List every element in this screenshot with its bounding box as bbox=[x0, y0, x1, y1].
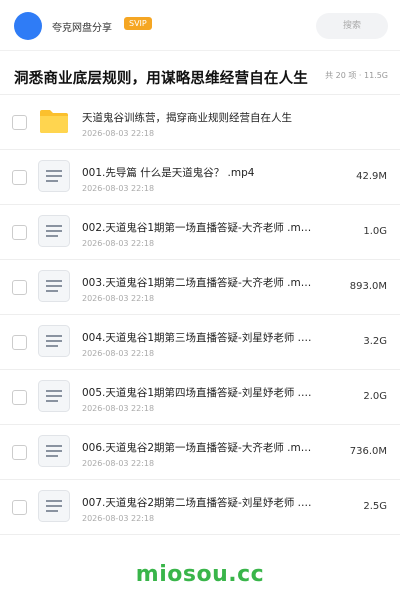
search-input[interactable]: 搜索 bbox=[316, 13, 388, 39]
file-size: 3.2G bbox=[363, 336, 387, 347]
share-meta: 共 20 项 · 11.5G bbox=[325, 71, 388, 80]
file-name[interactable]: 003.天道鬼谷1期第二场直播答疑-大齐老师 .m… bbox=[82, 275, 318, 290]
file-name[interactable]: 001.先导篇 什么是天道鬼谷？ .mp4 bbox=[82, 165, 318, 180]
file-date: 2026-08-03 22:18 bbox=[82, 294, 155, 303]
file-row[interactable]: 003.天道鬼谷1期第二场直播答疑-大齐老师 .m… 2026-08-03 22:… bbox=[0, 260, 400, 315]
file-date: 2026-08-03 22:18 bbox=[82, 459, 155, 468]
document-icon bbox=[38, 270, 70, 302]
file-size: 2.0G bbox=[363, 391, 387, 402]
file-name[interactable]: 006.天道鬼谷2期第一场直播答疑-大齐老师 .m… bbox=[82, 440, 318, 455]
svip-badge: SVIP bbox=[124, 17, 152, 30]
page-title: 洞悉商业底层规则，用谋略思维经营自在人生 bbox=[14, 71, 308, 87]
file-name[interactable]: 007.天道鬼谷2期第二场直播答疑-刘星妤老师 .… bbox=[82, 495, 318, 510]
file-date: 2026-08-03 22:18 bbox=[82, 129, 155, 138]
file-size: 2.5G bbox=[363, 501, 387, 512]
select-checkbox[interactable] bbox=[12, 115, 27, 130]
share-title-bar: 洞悉商业底层规则，用谋略思维经营自在人生 共 20 项 · 11.5G bbox=[0, 60, 400, 95]
select-checkbox[interactable] bbox=[12, 445, 27, 460]
file-size: 736.0M bbox=[349, 446, 387, 457]
file-date: 2026-08-03 22:18 bbox=[82, 514, 155, 523]
file-size: 1.0G bbox=[363, 226, 387, 237]
document-icon bbox=[38, 325, 70, 357]
document-icon bbox=[38, 160, 70, 192]
file-row[interactable]: 002.天道鬼谷1期第一场直播答疑-大齐老师 .m… 2026-08-03 22:… bbox=[0, 205, 400, 260]
avatar[interactable] bbox=[14, 12, 42, 40]
file-date: 2026-08-03 22:18 bbox=[82, 349, 155, 358]
owner-name[interactable]: 夸克网盘分享 bbox=[52, 19, 112, 34]
document-icon bbox=[38, 380, 70, 412]
watermark: miosou.cc bbox=[135, 562, 265, 587]
select-checkbox[interactable] bbox=[12, 335, 27, 350]
file-name[interactable]: 004.天道鬼谷1期第三场直播答疑-刘星妤老师 .… bbox=[82, 330, 318, 345]
document-icon bbox=[38, 215, 70, 247]
file-name[interactable]: 002.天道鬼谷1期第一场直播答疑-大齐老师 .m… bbox=[82, 220, 318, 235]
folder-icon bbox=[38, 105, 70, 137]
document-icon bbox=[38, 490, 70, 522]
select-checkbox[interactable] bbox=[12, 280, 27, 295]
file-size: 42.9M bbox=[356, 171, 387, 182]
folder-row[interactable]: 天道鬼谷训练营，揭穿商业规则经营自在人生 2026-08-03 22:18 bbox=[0, 95, 400, 150]
header-bar: 夸克网盘分享 SVIP 搜索 bbox=[0, 0, 400, 51]
select-checkbox[interactable] bbox=[12, 390, 27, 405]
file-date: 2026-08-03 22:18 bbox=[82, 404, 155, 413]
file-size: 893.0M bbox=[349, 281, 387, 292]
file-row[interactable]: 007.天道鬼谷2期第二场直播答疑-刘星妤老师 .… 2026-08-03 22:… bbox=[0, 480, 400, 535]
file-name[interactable]: 天道鬼谷训练营，揭穿商业规则经营自在人生 bbox=[82, 110, 318, 125]
document-icon bbox=[38, 435, 70, 467]
file-date: 2026-08-03 22:18 bbox=[82, 184, 155, 193]
file-name[interactable]: 005.天道鬼谷1期第四场直播答疑-刘星妤老师 .… bbox=[82, 385, 318, 400]
file-date: 2026-08-03 22:18 bbox=[82, 239, 155, 248]
file-row[interactable]: 006.天道鬼谷2期第一场直播答疑-大齐老师 .m… 2026-08-03 22:… bbox=[0, 425, 400, 480]
select-checkbox[interactable] bbox=[12, 170, 27, 185]
select-checkbox[interactable] bbox=[12, 500, 27, 515]
select-checkbox[interactable] bbox=[12, 225, 27, 240]
file-row[interactable]: 004.天道鬼谷1期第三场直播答疑-刘星妤老师 .… 2026-08-03 22:… bbox=[0, 315, 400, 370]
file-row[interactable]: 005.天道鬼谷1期第四场直播答疑-刘星妤老师 .… 2026-08-03 22:… bbox=[0, 370, 400, 425]
file-row[interactable]: 001.先导篇 什么是天道鬼谷？ .mp4 2026-08-03 22:18 42.… bbox=[0, 150, 400, 205]
file-list: 天道鬼谷训练营，揭穿商业规则经营自在人生 2026-08-03 22:18 001.… bbox=[0, 95, 400, 535]
